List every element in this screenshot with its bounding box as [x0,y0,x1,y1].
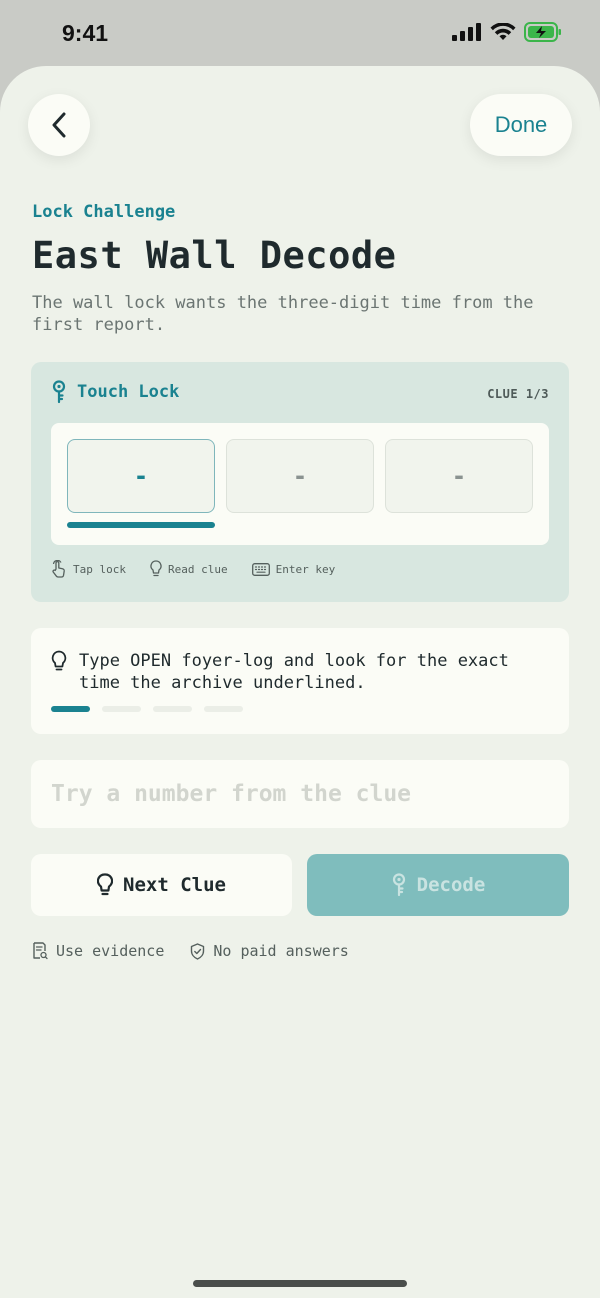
wifi-icon [490,22,516,40]
clue-progress-segment [102,706,141,712]
back-button[interactable] [28,94,90,156]
clue-count-badge: CLUE 1/3 [487,387,549,401]
shield-check-icon [191,942,205,960]
status-icons [452,22,562,42]
evidence-document-icon [33,942,48,960]
page-title: East Wall Decode [32,234,397,277]
lock-hint-row: Tap lock Read clue Enter key [51,560,335,578]
digit-panel: - - - [51,423,549,545]
keyboard-icon [251,562,270,576]
lightbulb-icon [51,650,67,671]
lightbulb-icon [97,873,114,896]
decode-label: Decode [416,874,486,896]
footer-notes: Use evidence No paid answers [32,942,349,960]
footer-no-paid-answers: No paid answers [213,942,349,960]
answer-input[interactable] [31,760,569,828]
key-icon [52,380,66,404]
clue-progress-segment [204,706,243,712]
clue-progress-segment [51,706,90,712]
digit-slot-1[interactable]: - [67,439,215,513]
done-button[interactable]: Done [470,94,572,156]
clue-text: Type OPEN foyer-log and look for the exa… [79,651,509,693]
home-indicator [193,1280,407,1287]
cellular-signal-icon [452,23,481,41]
key-icon [392,873,405,897]
status-bar: 9:41 [0,0,600,68]
status-time: 9:41 [62,20,109,46]
hint-tap-lock: Tap lock [73,562,126,576]
clue-progress [51,706,243,712]
touch-lock-label: Touch Lock [77,382,180,402]
clue-progress-segment [153,706,192,712]
decode-button[interactable]: Decode [307,854,569,916]
chevron-left-icon [52,112,66,138]
hint-enter-key: Enter key [275,562,336,576]
tap-hand-icon [52,560,65,578]
lock-sheet: Done Lock Challenge East Wall Decode The… [0,66,600,1298]
active-digit-indicator [67,522,215,528]
next-clue-button[interactable]: Next Clue [31,854,292,916]
hint-read-clue: Read clue [167,562,228,576]
digit-slot-3[interactable]: - [385,439,533,513]
lightbulb-icon [150,560,162,577]
footer-use-evidence: Use evidence [56,942,165,960]
page-subtitle: The wall lock wants the three-digit time… [32,293,534,335]
battery-charging-icon [524,22,561,42]
digit-slot-2[interactable]: - [226,439,374,513]
eyebrow-label: Lock Challenge [32,202,176,222]
next-clue-label: Next Clue [123,874,226,896]
clue-card: Type OPEN foyer-log and look for the exa… [31,628,569,734]
touch-lock-card: Touch Lock CLUE 1/3 - - - Tap lock Read … [31,362,569,602]
touch-lock-header: Touch Lock [51,380,179,404]
